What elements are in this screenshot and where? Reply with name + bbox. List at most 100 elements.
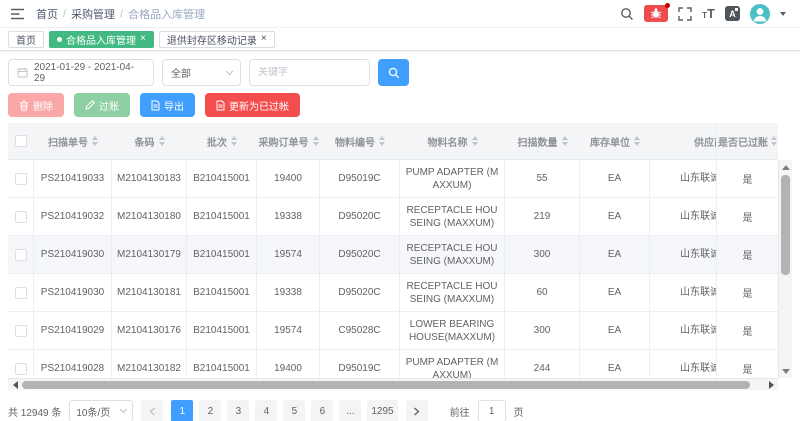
column-header[interactable]: 批次	[187, 123, 257, 159]
main-content: 2021-01-29 - 2021-04-29 全部 删除 过账 导出 更新为已…	[0, 59, 800, 421]
page-ellipsis[interactable]: ...	[339, 400, 361, 421]
sort-icon[interactable]	[159, 136, 165, 146]
page-button[interactable]: 5	[283, 400, 305, 421]
delete-button[interactable]: 删除	[8, 93, 64, 117]
sort-icon[interactable]	[313, 136, 319, 146]
table-row: PS210419028M2104130182B21041500119400D95…	[8, 350, 778, 378]
font-size-icon[interactable]: TT	[702, 6, 715, 21]
sort-asc-caret	[562, 136, 568, 140]
column-header[interactable]: 扫描数量	[505, 123, 580, 159]
posted-cell: 是	[717, 312, 778, 350]
chevron-down-icon[interactable]	[780, 12, 786, 19]
keyword-input[interactable]	[250, 67, 369, 78]
table-cell: EA	[580, 236, 650, 273]
column-header[interactable]: 物料名称	[400, 123, 505, 159]
page-button[interactable]: 3	[227, 400, 249, 421]
scroll-down-arrow[interactable]	[779, 365, 792, 377]
sort-icon[interactable]	[562, 136, 568, 146]
column-label: 扫描单号	[48, 134, 88, 149]
posted-cell: 是	[717, 350, 778, 378]
avatar[interactable]	[750, 4, 770, 24]
status-select[interactable]: 全部	[162, 59, 241, 86]
row-checkbox[interactable]	[15, 287, 27, 299]
table-cell: B210415001	[187, 198, 257, 235]
active-tab-dot-icon	[57, 37, 62, 42]
checkbox-cell	[8, 160, 34, 197]
table-cell: RECEPTACLE HOUSEING (MAXXUM)	[400, 274, 505, 311]
scroll-left-arrow[interactable]	[9, 379, 21, 390]
posted-cell: 是	[717, 236, 778, 274]
row-checkbox[interactable]	[15, 211, 27, 223]
page-size-select[interactable]: 10条/页	[69, 400, 133, 421]
search-icon[interactable]	[620, 7, 634, 21]
goto-page-input[interactable]	[478, 400, 506, 421]
table-cell: M2104130180	[112, 198, 187, 235]
view-tab[interactable]: 退供封存区移动记录×	[159, 31, 275, 48]
sort-desc-caret	[472, 142, 478, 146]
sort-desc-caret	[562, 142, 568, 146]
chevron-down-icon	[120, 406, 127, 413]
column-header[interactable]: 扫描单号	[34, 123, 112, 159]
row-checkbox[interactable]	[15, 173, 27, 185]
row-checkbox[interactable]	[15, 325, 27, 337]
search-button[interactable]	[378, 59, 409, 86]
table-cell: PUMP ADAPTER (MAXXUM)	[400, 350, 505, 378]
tab-close-icon[interactable]: ×	[261, 34, 267, 44]
table-cell: EA	[580, 160, 650, 197]
sort-icon[interactable]	[634, 136, 640, 146]
horizontal-scrollbar[interactable]	[8, 378, 778, 390]
export-button[interactable]: 导出	[140, 93, 195, 117]
next-page-button[interactable]	[406, 400, 428, 421]
page-button[interactable]: 1295	[367, 400, 397, 421]
table-cell: D95019C	[320, 160, 400, 197]
prev-page-button[interactable]	[141, 400, 163, 421]
tab-close-icon[interactable]: ×	[140, 34, 146, 44]
sort-icon[interactable]	[92, 136, 98, 146]
update-posted-button[interactable]: 更新为已过帐	[205, 93, 300, 117]
table-cell: PS210419029	[34, 312, 112, 349]
scroll-right-arrow[interactable]	[765, 379, 777, 390]
table-cell: LOWER BEARING HOUSE(MAXXUM)	[400, 312, 505, 349]
page-button[interactable]: 6	[311, 400, 333, 421]
column-header[interactable]: 库存单位	[580, 123, 650, 159]
post-button[interactable]: 过账	[74, 93, 130, 117]
sort-icon[interactable]	[379, 136, 385, 146]
breadcrumb-separator: /	[63, 8, 66, 20]
scroll-up-arrow[interactable]	[779, 161, 792, 173]
sort-desc-caret	[231, 142, 237, 146]
row-checkbox[interactable]	[15, 363, 27, 375]
breadcrumb: 首页/采购管理/合格品入库管理	[36, 6, 205, 22]
column-header[interactable]: 采购订单号	[257, 123, 320, 159]
table-cell: RECEPTACLE HOUSEING (MAXXUM)	[400, 198, 505, 235]
page-button[interactable]: 1	[171, 400, 193, 421]
column-header[interactable]: 条码	[112, 123, 187, 159]
horizontal-scroll-thumb[interactable]	[22, 381, 750, 389]
view-tab[interactable]: 合格品入库管理×	[49, 31, 154, 48]
fixed-col-header[interactable]: 是否已过账	[717, 123, 778, 160]
breadcrumb-item[interactable]: 采购管理	[71, 6, 115, 22]
column-header[interactable]: 物料编号	[320, 123, 400, 159]
pagination: 共 12949 条 10条/页 123456...1295 前往 页	[8, 400, 792, 421]
breadcrumb-item[interactable]: 首页	[36, 6, 58, 22]
hamburger-icon[interactable]	[10, 7, 25, 21]
page-button[interactable]: 4	[255, 400, 277, 421]
sort-icon[interactable]	[771, 136, 777, 146]
row-checkbox[interactable]	[15, 249, 27, 261]
sort-asc-caret	[379, 136, 385, 140]
chevron-left-icon	[149, 407, 156, 416]
bug-icon	[650, 8, 662, 19]
vertical-scrollbar[interactable]	[778, 160, 792, 378]
page-button[interactable]: 2	[199, 400, 221, 421]
language-icon[interactable]: A	[725, 6, 740, 21]
sort-asc-caret	[313, 136, 319, 140]
vertical-scroll-thumb[interactable]	[781, 175, 790, 275]
sort-icon[interactable]	[472, 136, 478, 146]
bug-report-button[interactable]	[644, 5, 668, 22]
sort-icon[interactable]	[231, 136, 237, 146]
table-cell: M2104130181	[112, 274, 187, 311]
view-tab[interactable]: 首页	[8, 31, 44, 48]
date-range-input[interactable]: 2021-01-29 - 2021-04-29	[8, 59, 154, 86]
select-all-checkbox[interactable]	[15, 135, 27, 147]
breadcrumb-item: 合格品入库管理	[128, 6, 205, 22]
fullscreen-icon[interactable]	[678, 7, 692, 21]
